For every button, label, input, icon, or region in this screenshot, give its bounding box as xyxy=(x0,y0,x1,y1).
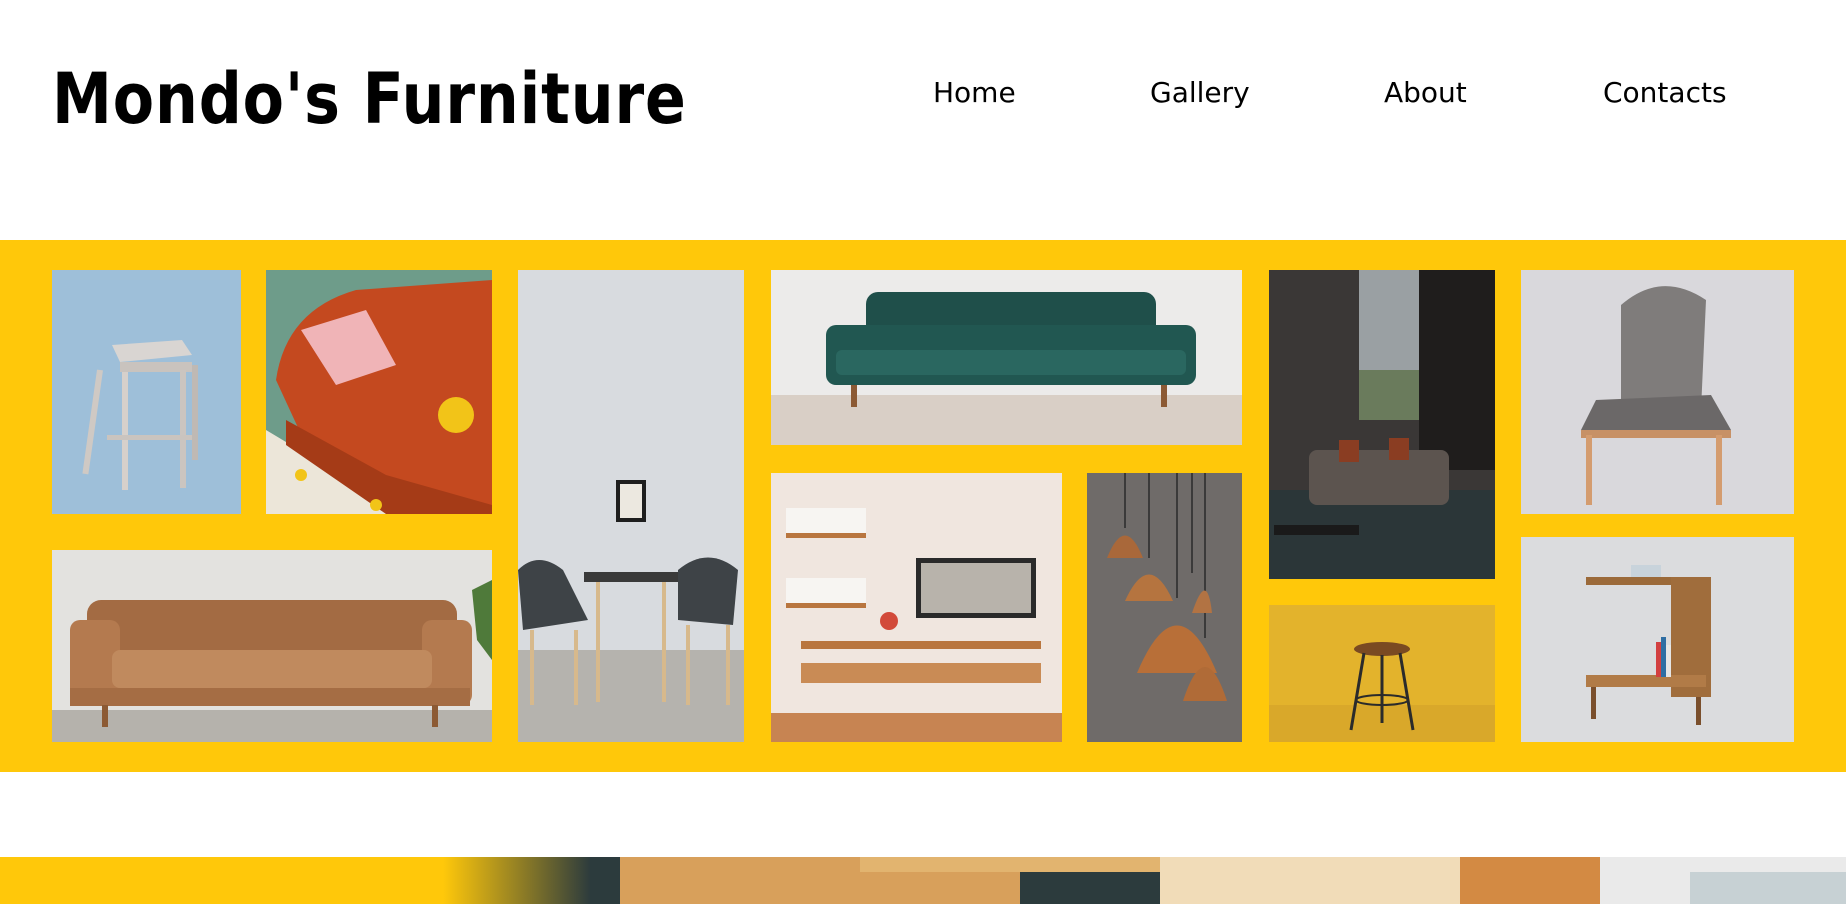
green-sofa-photo[interactable] xyxy=(771,270,1242,445)
gallery-section xyxy=(0,240,1846,772)
wall-shelves-photo[interactable] xyxy=(771,473,1062,742)
living-room-photo[interactable] xyxy=(1269,270,1495,579)
bar-stool-photo[interactable] xyxy=(1269,605,1495,742)
site-logo[interactable]: Mondo's Furniture xyxy=(52,54,687,144)
nav-home[interactable]: Home xyxy=(933,76,1016,109)
nav-contacts[interactable]: Contacts xyxy=(1603,76,1727,109)
gray-chair-photo[interactable] xyxy=(1521,270,1794,514)
leather-sofa-photo[interactable] xyxy=(52,550,492,742)
side-table-photo[interactable] xyxy=(1521,537,1794,742)
orange-sofa-photo[interactable] xyxy=(266,270,492,514)
stool-photo[interactable] xyxy=(52,270,241,514)
dining-set-photo[interactable] xyxy=(518,270,744,742)
nav-about[interactable]: About xyxy=(1384,76,1467,109)
site-header: Mondo's Furniture Home Gallery About Con… xyxy=(0,0,1846,240)
pendant-lamps-photo[interactable] xyxy=(1087,473,1242,742)
nav-gallery[interactable]: Gallery xyxy=(1150,76,1250,109)
hero-image-strip xyxy=(0,857,1846,904)
